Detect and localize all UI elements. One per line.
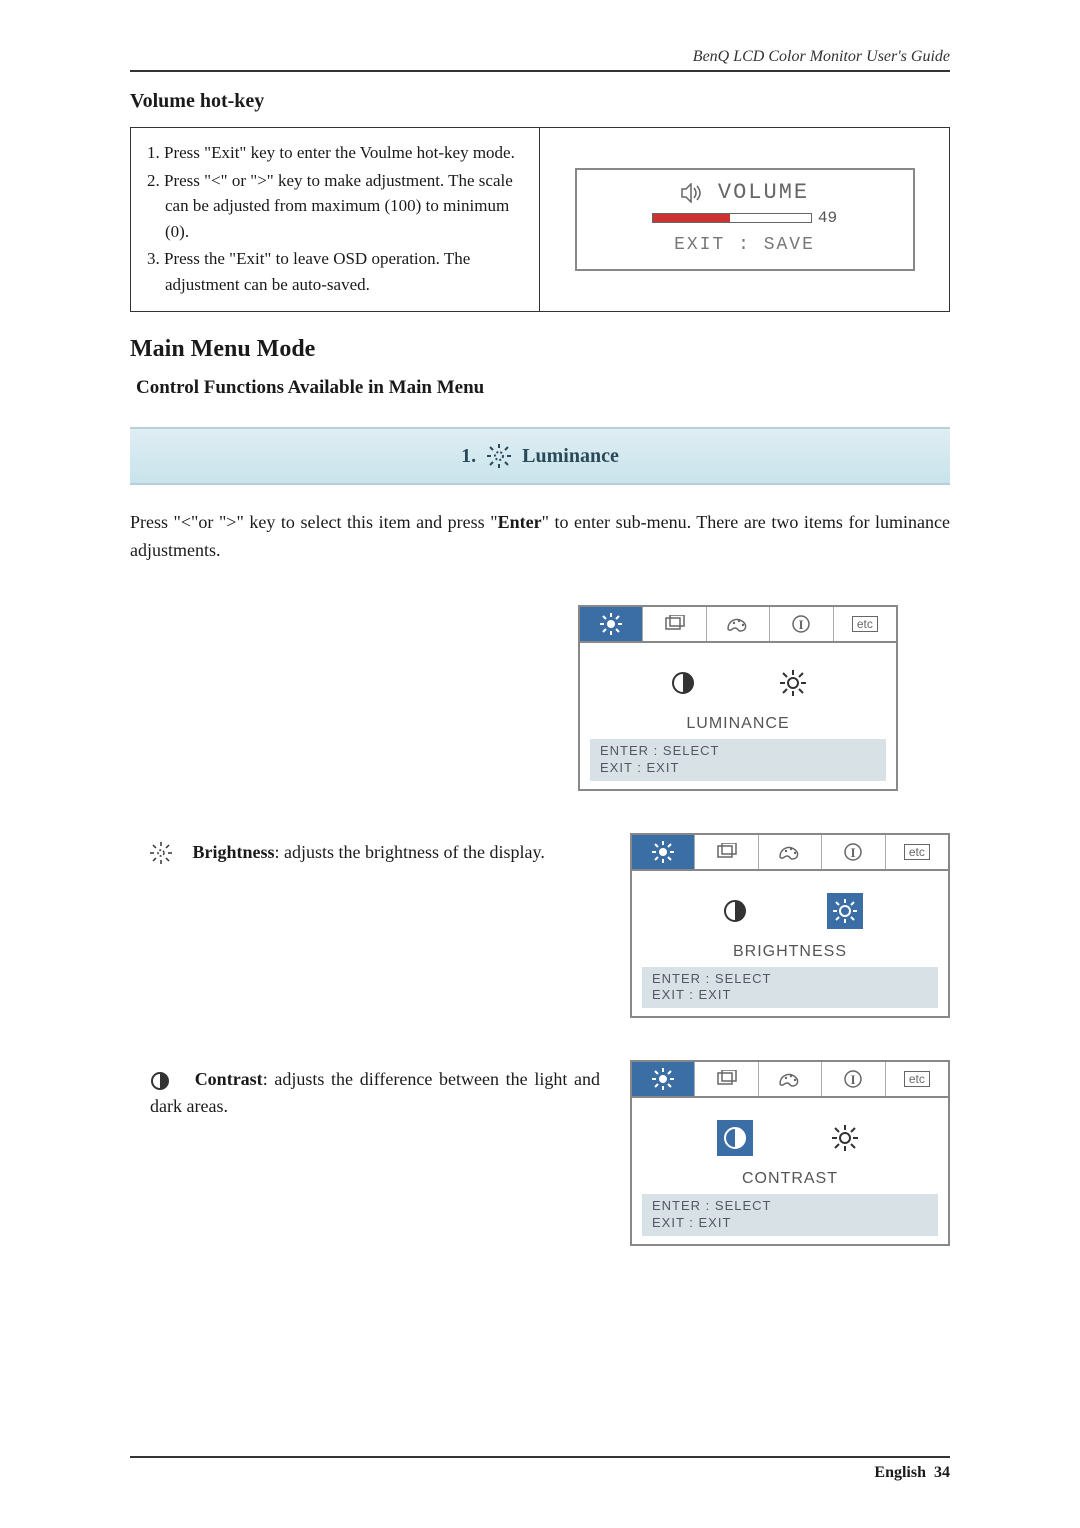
osd-footer-exit: EXIT : EXIT xyxy=(652,987,928,1004)
tab-luminance-icon xyxy=(632,835,695,869)
tab-color-icon xyxy=(759,835,822,869)
contrast-icon xyxy=(665,665,701,701)
contrast-icon xyxy=(150,1071,170,1091)
contrast-icon xyxy=(717,893,753,929)
tab-etc: etc xyxy=(834,607,896,641)
brightness-text: Brightness: adjusts the brightness of th… xyxy=(130,833,600,866)
tab-luminance-icon xyxy=(632,1062,695,1096)
osd-footer-enter: ENTER : SELECT xyxy=(652,971,928,988)
tab-geometry-icon xyxy=(695,835,758,869)
luminance-intro: Press "<"or ">" key to select this item … xyxy=(130,509,950,565)
volume-step-2: 2. Press "<" or ">" key to make adjustme… xyxy=(147,168,523,245)
tab-geometry-icon xyxy=(695,1062,758,1096)
banner-label: Luminance xyxy=(522,445,619,468)
volume-step-1: 1. Press "Exit" key to enter the Voulme … xyxy=(147,140,523,166)
tab-etc: etc xyxy=(886,835,948,869)
osd-brightness-panel: I etc BRIGHTNESS ENTER : SELECT EXIT : E… xyxy=(630,833,950,1019)
volume-osd-exit: EXIT : SAVE xyxy=(589,235,901,255)
osd-footer-enter: ENTER : SELECT xyxy=(600,743,876,760)
osd-contrast-label: CONTRAST xyxy=(642,1170,938,1188)
osd-footer-exit: EXIT : EXIT xyxy=(600,760,876,777)
volume-osd-preview: VOLUME 49 EXIT : SAVE xyxy=(540,128,949,311)
svg-text:I: I xyxy=(851,1072,856,1087)
volume-steps: 1. Press "Exit" key to enter the Voulme … xyxy=(131,128,540,311)
tab-info-icon: I xyxy=(770,607,833,641)
brightness-icon xyxy=(827,1120,863,1156)
svg-text:I: I xyxy=(799,617,804,632)
tab-color-icon xyxy=(707,607,770,641)
contrast-text: Contrast: adjusts the difference between… xyxy=(130,1060,600,1120)
osd-footer-enter: ENTER : SELECT xyxy=(652,1198,928,1215)
tab-etc: etc xyxy=(886,1062,948,1096)
volume-value: 49 xyxy=(818,209,837,227)
banner-number: 1. xyxy=(461,445,476,468)
tab-luminance-icon xyxy=(580,607,643,641)
speaker-icon xyxy=(680,183,708,203)
tab-color-icon xyxy=(759,1062,822,1096)
volume-box: 1. Press "Exit" key to enter the Voulme … xyxy=(130,127,950,312)
brightness-icon xyxy=(150,842,170,864)
main-menu-subtitle: Control Functions Available in Main Menu xyxy=(136,377,950,399)
osd-luminance-panel: I etc LUMINANCE ENTER : SELECT EXIT : EX… xyxy=(578,605,898,791)
tab-geometry-icon xyxy=(643,607,706,641)
contrast-icon xyxy=(717,1120,753,1156)
tab-info-icon: I xyxy=(822,1062,885,1096)
brightness-icon xyxy=(827,893,863,929)
page-footer: English 34 xyxy=(130,1456,950,1482)
tab-info-icon: I xyxy=(822,835,885,869)
main-menu-title: Main Menu Mode xyxy=(130,336,950,363)
volume-step-3: 3. Press the "Exit" to leave OSD operati… xyxy=(147,246,523,297)
luminance-icon xyxy=(486,443,512,469)
osd-footer-exit: EXIT : EXIT xyxy=(652,1215,928,1232)
brightness-icon xyxy=(775,665,811,701)
page-header: BenQ LCD Color Monitor User's Guide xyxy=(130,48,950,72)
osd-luminance-label: LUMINANCE xyxy=(590,715,886,733)
volume-osd-label: VOLUME xyxy=(718,180,809,205)
svg-text:I: I xyxy=(851,845,856,860)
luminance-banner: 1. Luminance xyxy=(130,427,950,485)
osd-brightness-label: BRIGHTNESS xyxy=(642,943,938,961)
volume-bar xyxy=(652,213,812,223)
volume-hotkey-title: Volume hot-key xyxy=(130,90,950,113)
osd-contrast-panel: I etc CONTRAST ENTER : SELECT EXIT : EXI… xyxy=(630,1060,950,1246)
